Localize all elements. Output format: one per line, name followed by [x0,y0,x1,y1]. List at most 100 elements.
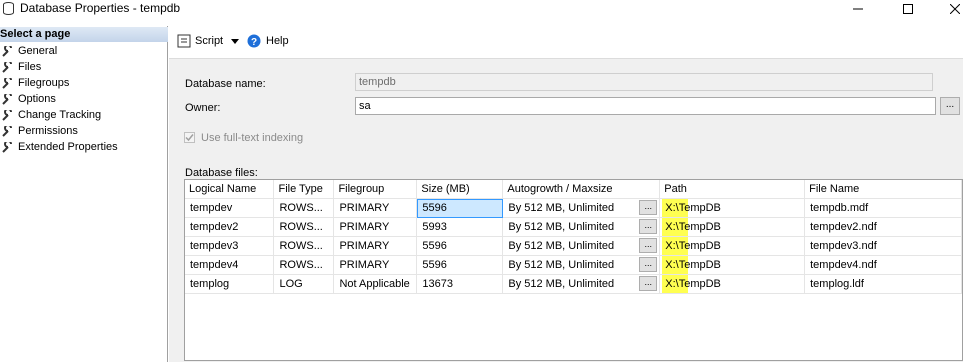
autogrowth-edit-button[interactable]: ... [639,276,658,291]
database-files-grid: Logical Name File Type Filegroup Size (M… [184,179,963,361]
sidebar-item-label: Filegroups [18,77,70,89]
autogrowth-edit-button[interactable]: ... [639,238,658,253]
column-header-file-name[interactable]: File Name [804,180,962,199]
database-icon [3,2,14,15]
autogrowth-cell[interactable]: By 512 MB, Unlimited... [502,274,661,294]
autogrowth-cell[interactable]: By 512 MB, Unlimited... [502,217,661,237]
table-row[interactable]: tempdev2 ROWS... PRIMARY 5993 By 512 MB,… [185,217,962,237]
path-cell[interactable]: X:\TempDB [659,274,806,294]
sidebar-item-label: General [18,45,58,57]
dropdown-arrow-icon[interactable] [231,38,240,44]
column-header-path[interactable]: Path [659,180,806,199]
file-name-cell[interactable]: tempdev2.ndf [804,217,962,237]
file-type-cell[interactable]: ROWS... [273,217,335,237]
path-cell[interactable]: X:\TempDB [659,255,806,275]
path-cell[interactable]: X:\TempDB [659,236,806,256]
wrench-icon [2,125,12,137]
autogrowth-text: By 512 MB, Unlimited [508,259,615,271]
file-type-cell[interactable]: LOG [273,274,335,294]
filegroup-cell[interactable]: PRIMARY [333,198,418,218]
column-header-logical-name[interactable]: Logical Name [185,180,275,199]
page-selector: Select a page General Files Filegroups O… [0,26,168,362]
size-cell[interactable]: 13673 [416,274,504,294]
size-cell[interactable]: 5596 [416,236,504,256]
file-name-cell[interactable]: tempdev3.ndf [804,236,962,256]
sidebar-item-label: Change Tracking [18,109,102,121]
size-cell[interactable]: 5993 [416,217,504,237]
wrench-icon [2,141,12,153]
help-button[interactable]: ? Help [247,34,289,48]
logical-name-cell[interactable]: tempdev2 [185,217,275,237]
grid-header-row: Logical Name File Type Filegroup Size (M… [185,180,962,199]
filegroup-cell[interactable]: PRIMARY [333,255,418,275]
size-cell[interactable]: 5596 [416,198,504,218]
sidebar-item-options[interactable]: Options [2,91,56,107]
autogrowth-cell[interactable]: By 512 MB, Unlimited... [502,236,661,256]
file-name-cell[interactable]: templog.ldf [804,274,962,294]
file-type-cell[interactable]: ROWS... [273,236,335,256]
sidebar-header: Select a page [0,27,168,42]
sidebar-item-filegroups[interactable]: Filegroups [2,75,69,91]
column-header-filegroup[interactable]: Filegroup [333,180,418,199]
logical-name-cell[interactable]: templog [185,274,275,294]
file-name-cell[interactable]: tempdb.mdf [804,198,962,218]
autogrowth-edit-button[interactable]: ... [639,257,658,272]
autogrowth-cell[interactable]: By 512 MB, Unlimited... [502,255,661,275]
maximize-button[interactable] [893,0,923,18]
autogrowth-edit-button[interactable]: ... [639,219,658,234]
maximize-icon [903,4,913,14]
file-type-cell[interactable]: ROWS... [273,198,335,218]
table-row[interactable]: tempdev4 ROWS... PRIMARY 5596 By 512 MB,… [185,255,962,275]
size-cell[interactable]: 5596 [416,255,504,275]
path-cell[interactable]: X:\TempDB [659,217,806,237]
sidebar-item-label: Files [18,61,42,73]
sidebar-item-label: Extended Properties [18,141,118,153]
sidebar-item-extended-properties[interactable]: Extended Properties [2,139,118,155]
owner-browse-button[interactable]: ... [940,97,960,115]
sidebar-item-label: Options [18,93,56,105]
sidebar-item-permissions[interactable]: Permissions [2,123,78,139]
file-name-cell[interactable]: tempdev4.ndf [804,255,962,275]
file-type-cell[interactable]: ROWS... [273,255,335,275]
sidebar-item-change-tracking[interactable]: Change Tracking [2,107,101,123]
database-files-label: Database files: [185,167,258,179]
autogrowth-edit-button[interactable]: ... [639,200,658,215]
wrench-icon [2,93,12,105]
owner-field[interactable]: sa [355,97,936,115]
window-title: Database Properties - tempdb [20,1,181,15]
close-button[interactable] [940,0,963,18]
database-name-label: Database name: [185,78,266,90]
table-row[interactable]: tempdev ROWS... PRIMARY 5596 By 512 MB, … [185,198,962,218]
filegroup-cell[interactable]: Not Applicable [333,274,418,294]
autogrowth-text: By 512 MB, Unlimited [508,240,615,252]
script-button[interactable]: Script [177,34,240,48]
close-icon [950,4,960,14]
logical-name-cell[interactable]: tempdev4 [185,255,275,275]
autogrowth-cell[interactable]: By 512 MB, Unlimited... [502,198,661,218]
wrench-icon [2,109,12,121]
minimize-button[interactable] [843,0,873,18]
filegroup-cell[interactable]: PRIMARY [333,217,418,237]
help-label: Help [266,35,289,47]
title-bar: Database Properties - tempdb [0,0,963,18]
sidebar-item-general[interactable]: General [2,43,57,59]
main-panel: Script ? Help Database name: tempdb Owne… [169,26,963,362]
logical-name-cell[interactable]: tempdev [185,198,275,218]
table-row[interactable]: tempdev3 ROWS... PRIMARY 5596 By 512 MB,… [185,236,962,256]
autogrowth-text: By 512 MB, Unlimited [508,221,615,233]
help-icon: ? [247,34,261,48]
path-text: X:\TempDB [665,240,721,252]
path-text: X:\TempDB [665,221,721,233]
path-cell[interactable]: X:\TempDB [659,198,806,218]
column-header-autogrowth[interactable]: Autogrowth / Maxsize [502,180,661,199]
checkmark-icon [185,134,194,142]
sidebar-item-files[interactable]: Files [2,59,41,75]
column-header-size[interactable]: Size (MB) [416,180,504,199]
wrench-icon [2,61,12,73]
table-row[interactable]: templog LOG Not Applicable 13673 By 512 … [185,274,962,294]
fulltext-label: Use full-text indexing [201,132,304,144]
filegroup-cell[interactable]: PRIMARY [333,236,418,256]
logical-name-cell[interactable]: tempdev3 [185,236,275,256]
column-header-file-type[interactable]: File Type [273,180,335,199]
fulltext-checkbox [184,132,195,143]
